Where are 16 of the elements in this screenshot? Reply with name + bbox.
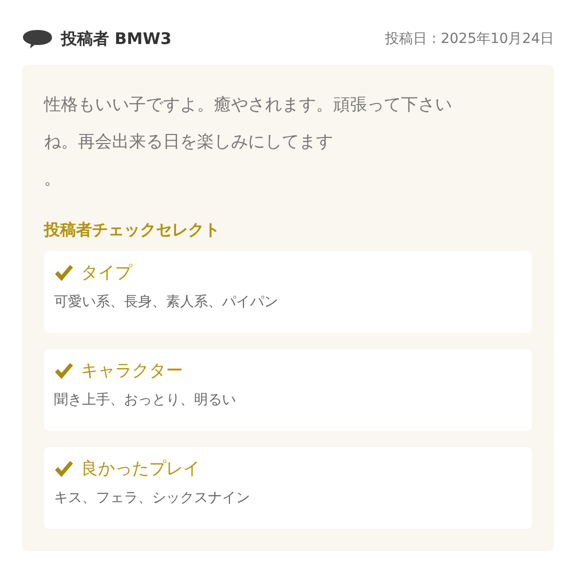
check-item-label: キャラクター [81, 360, 183, 382]
check-item-value: キス、フェラ、シックスナイン [54, 489, 251, 507]
comment-text: 性格もいい子ですよ。癒やされます。頑張って下さい [44, 94, 453, 117]
poster-name: 投稿者 BMW3 [61, 28, 172, 50]
checkmark-icon [54, 264, 74, 282]
comment-text: 。 [44, 168, 62, 191]
check-item-value: 聞き上手、おっとり、明るい [54, 391, 237, 409]
check-item-value: 可愛い系、長身、素人系、パイパン [54, 293, 279, 311]
checkmark-icon [54, 362, 74, 380]
check-item-label: 良かったプレイ [81, 458, 200, 480]
section-title: 投稿者チェックセレクト [44, 220, 221, 241]
comment-text: ね。再会出来る日を楽しみにしてます [44, 131, 334, 154]
speech-bubble-icon [22, 29, 53, 49]
checkmark-icon [54, 460, 74, 478]
post-date: 投稿日 : 2025年10月24日 [385, 30, 554, 48]
check-item-label: タイプ [81, 262, 132, 284]
